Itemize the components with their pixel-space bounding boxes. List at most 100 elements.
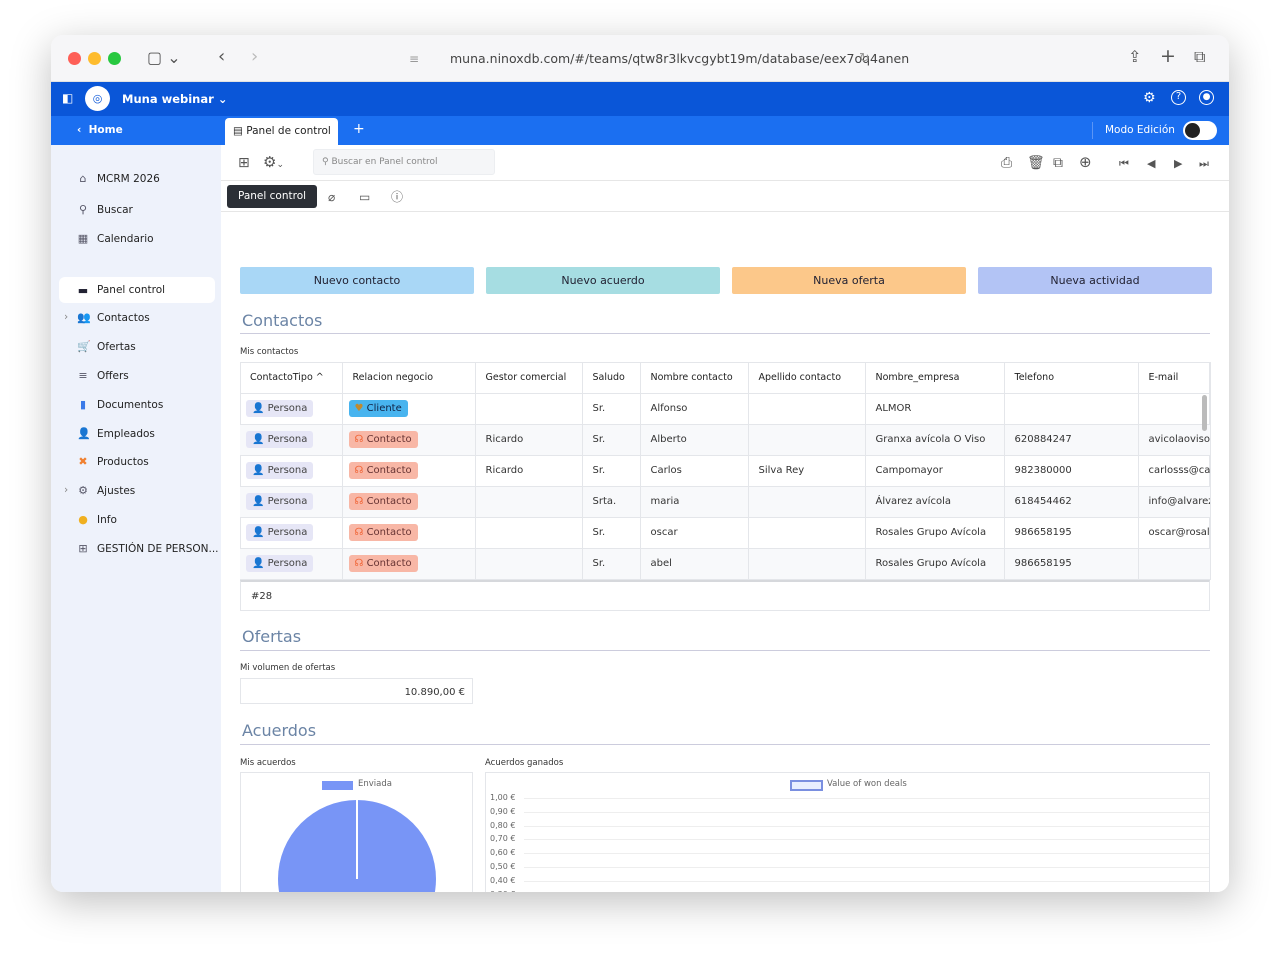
sidebar-item-label: Info xyxy=(97,513,117,526)
edit-table-icon[interactable]: ⊞ xyxy=(238,155,250,171)
column-header[interactable]: Apellido contacto xyxy=(748,362,866,394)
browser-toolbar: ▢ ⌄ ‹ › ≡ muna.ninoxdb.com/#/teams/qtw8r… xyxy=(51,35,1229,82)
sidebar-item-cart[interactable]: 🛒 Ofertas xyxy=(77,340,136,353)
url-bar[interactable]: muna.ninoxdb.com/#/teams/qtw8r3lkvcgybt1… xyxy=(450,45,930,73)
tag-label: Persona xyxy=(267,434,308,445)
sidebar-item-gear[interactable]: ⚙ Ajustes xyxy=(77,484,135,497)
table-cell: 👤 Persona xyxy=(240,517,343,549)
previous-record-icon[interactable]: ◀ xyxy=(1147,156,1155,172)
last-record-icon[interactable]: ⏭ xyxy=(1199,156,1209,172)
add-record-icon[interactable]: ⊕ xyxy=(1079,154,1092,170)
column-header[interactable]: Nombre contacto xyxy=(640,362,749,394)
column-header[interactable]: Gestor comercial xyxy=(475,362,583,394)
table-row[interactable]: 👤 Persona ☊ Contacto Srta. maria Álvarez aví… xyxy=(240,486,1211,518)
tag-label: Contacto xyxy=(366,496,412,507)
sidebar-item-calendar[interactable]: ▦ Calendario xyxy=(77,232,154,245)
won-deals-label: Acuerdos ganados xyxy=(485,758,564,768)
offers-volume-field: 10.890,00 € xyxy=(240,678,473,704)
comment-icon[interactable]: ▭ xyxy=(359,189,370,205)
next-record-icon[interactable]: ▶ xyxy=(1174,156,1182,172)
edit-mode-toggle[interactable] xyxy=(1183,121,1217,140)
back-icon[interactable]: ‹ xyxy=(218,48,225,66)
sidebar-item-search[interactable]: ⚲ Buscar xyxy=(77,203,133,216)
settings-icon[interactable]: ⚙ xyxy=(1143,90,1156,106)
minimize-window-button[interactable] xyxy=(88,52,101,65)
gear-dropdown-icon[interactable]: ⚙⌄ xyxy=(263,154,284,173)
sidebar-item-document[interactable]: ▮ Documentos xyxy=(77,398,163,411)
table-row[interactable]: 👤 Persona ☊ Contacto Ricardo Sr. Alberto Gran… xyxy=(240,424,1211,456)
table-row[interactable]: 👤 Persona ☊ Contacto Sr. oscar Rosales Grupo… xyxy=(240,517,1211,549)
person-icon: 👤 xyxy=(252,403,265,414)
sidebar-item-list[interactable]: ≡ Offers xyxy=(77,369,128,382)
maximize-window-button[interactable] xyxy=(108,52,121,65)
action-button[interactable]: Nueva oferta xyxy=(732,267,966,294)
workspace-menu[interactable]: Muna webinar ⌄ xyxy=(122,92,227,106)
sidebar-item-info[interactable]: ● Info xyxy=(77,513,117,526)
table-row[interactable]: 👤 Persona ☊ Contacto Sr. abel Rosales Grupo … xyxy=(240,548,1211,580)
account-icon[interactable]: ● xyxy=(1199,90,1214,105)
add-tab-button[interactable]: + xyxy=(353,121,365,137)
y-tick-label: 0,90 € xyxy=(490,806,516,816)
close-window-button[interactable] xyxy=(68,52,81,65)
column-header[interactable]: Telefono xyxy=(1004,362,1139,394)
sidebar-item-label: Ofertas xyxy=(97,340,136,353)
action-button[interactable]: Nuevo acuerdo xyxy=(486,267,720,294)
search-placeholder: Buscar en Panel control xyxy=(331,157,438,167)
delete-icon[interactable]: 🗑 xyxy=(1027,155,1045,171)
document-icon: ▤ xyxy=(233,125,243,137)
reload-icon[interactable]: ↻ xyxy=(859,51,870,67)
tag-label: Persona xyxy=(267,558,308,569)
column-header[interactable]: ContactoTipo ^ xyxy=(240,362,343,394)
sidebar-item-label: Calendario xyxy=(97,232,154,245)
duplicate-icon[interactable]: ⧉ xyxy=(1053,155,1063,171)
column-header[interactable]: E-mail xyxy=(1138,362,1211,394)
sidebar-toggle-icon[interactable]: ▢ ⌄ xyxy=(147,50,181,66)
sidebar-item-dashboard[interactable]: ▬ Panel control xyxy=(59,277,215,303)
sidebar-item-people[interactable]: 👥 Contactos xyxy=(77,311,150,324)
y-tick-label: 0,50 € xyxy=(490,862,516,871)
sidebar-item-home[interactable]: ⌂ MCRM 2026 xyxy=(77,172,160,185)
column-header[interactable]: Nombre_empresa xyxy=(865,362,1005,394)
table-scrollbar[interactable] xyxy=(1202,395,1207,431)
first-record-icon[interactable]: ⏮ xyxy=(1119,156,1129,172)
gridline xyxy=(524,798,1209,799)
panel-toggle-icon[interactable]: ◧ xyxy=(62,91,73,105)
column-header[interactable]: Relacion negocio xyxy=(342,362,476,394)
table-cell: ☊ Contacto xyxy=(342,424,476,456)
table-row[interactable]: 👤 Persona ☊ Contacto Ricardo Sr. Carlos Silva… xyxy=(240,455,1211,487)
sidebar-item-tools[interactable]: ✖ Productos xyxy=(77,455,148,468)
sidebar-item-table[interactable]: ⊞ GESTIÓN DE PERSON... xyxy=(77,542,219,555)
table-cell: Sr. xyxy=(582,548,641,580)
tools-icon: ✖ xyxy=(78,455,88,468)
expand-chevron-icon[interactable]: › xyxy=(64,311,68,323)
view-tab-panel-control[interactable]: Panel control xyxy=(227,185,317,208)
home-link[interactable]: ‹ Home xyxy=(77,124,123,136)
action-button[interactable]: Nueva actividad xyxy=(978,267,1212,294)
tabs-overview-icon[interactable]: ⧉ xyxy=(1194,49,1205,65)
print-icon[interactable]: ⎙ xyxy=(1001,155,1012,171)
sidebar-item-person[interactable]: 👤 Empleados xyxy=(77,427,155,440)
forward-icon[interactable]: › xyxy=(251,48,258,66)
headset-icon: ☊ xyxy=(354,527,364,538)
sidebar-item-label: GESTIÓN DE PERSON... xyxy=(97,542,219,555)
sidebar-item-label: Empleados xyxy=(97,427,155,440)
tab-panel-de-control[interactable]: ▤ Panel de control xyxy=(225,118,338,145)
table-cell xyxy=(1004,393,1139,425)
attachment-icon[interactable]: ⌀ xyxy=(328,189,335,205)
table-cell: maria xyxy=(640,486,749,518)
divider xyxy=(1092,122,1093,139)
tag-label: Contacto xyxy=(366,527,412,538)
help-icon[interactable]: ? xyxy=(1171,90,1186,105)
action-button[interactable]: Nuevo contacto xyxy=(240,267,474,294)
table-cell: 982380000 xyxy=(1004,455,1139,487)
expand-chevron-icon[interactable]: › xyxy=(64,484,68,496)
info-icon[interactable]: ⓘ xyxy=(391,189,403,205)
share-icon[interactable]: ⇪ xyxy=(1128,49,1141,65)
search-input[interactable]: ⚲ Buscar en Panel control xyxy=(313,149,495,175)
new-tab-icon[interactable]: + xyxy=(1160,47,1176,66)
won-deals-chart: Value of won deals 1,00 € 0,90 € 0,80 € 0,7… xyxy=(485,772,1210,892)
table-row[interactable]: 👤 Persona ♥ Cliente Sr. Alfonso ALMOR xyxy=(240,393,1211,425)
column-header[interactable]: Saludo xyxy=(582,362,641,394)
table-cell: Ricardo xyxy=(475,455,583,487)
sidebar: ⌂ MCRM 2026 ⚲ Buscar ▦ Calendario ▬ Panel contr… xyxy=(51,145,221,892)
